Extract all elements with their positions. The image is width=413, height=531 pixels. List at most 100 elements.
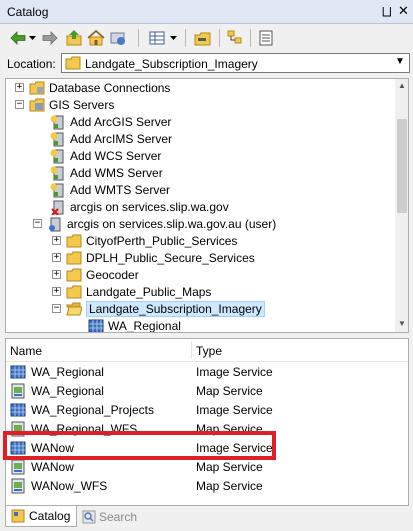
tree-item-label: Add ArcIMS Server: [70, 131, 173, 146]
tree-item-dplh[interactable]: + DPLH_Public_Secure_Services: [52, 249, 255, 266]
tree-item-label: Database Connections: [49, 80, 171, 95]
tree-item-label: Landgate_Public_Maps: [86, 284, 212, 299]
scroll-up-icon[interactable]: ▲: [398, 81, 406, 90]
location-combo[interactable]: Landgate_Subscription_Imagery ▼: [61, 53, 410, 73]
list-item[interactable]: WA_Regional_Projects Image Service: [6, 400, 408, 419]
tree-item-label: Add WCS Server: [70, 148, 162, 163]
catalog-icon: [10, 508, 26, 524]
back-dropdown-icon[interactable]: [26, 28, 38, 48]
tree-item-label: DPLH_Public_Secure_Services: [86, 250, 255, 265]
map-service-icon: [10, 383, 26, 399]
list-item[interactable]: WANow_WFS Map Service: [6, 476, 408, 495]
image-service-icon: [10, 364, 26, 380]
tree-item-cityofperth[interactable]: + CityofPerth_Public_Services: [52, 232, 237, 249]
forward-arrow-icon[interactable]: [40, 28, 60, 48]
folder-icon: [66, 233, 82, 249]
tree-item-add-arcgis-server[interactable]: Add ArcGIS Server: [50, 113, 171, 130]
tab-label: Catalog: [29, 509, 71, 523]
column-header-name[interactable]: Name: [10, 344, 42, 358]
chevron-down-icon[interactable]: ▼: [395, 56, 405, 67]
add-server-icon: [50, 148, 66, 164]
tree-scrollbar[interactable]: ▲ ▼: [395, 79, 408, 332]
tree-item-label: WA_Regional: [108, 318, 181, 333]
back-arrow-icon[interactable]: [8, 28, 28, 48]
scroll-down-icon[interactable]: ▼: [398, 319, 406, 328]
scroll-thumb[interactable]: [397, 119, 407, 213]
pin-icon[interactable]: ⨆: [382, 4, 392, 19]
views-dropdown-icon[interactable]: [167, 28, 179, 48]
tree-item-label: arcgis on services.slip.wa.gov.au (user): [67, 216, 277, 231]
tree-item-label: Add WMS Server: [70, 165, 163, 180]
list-item-name: WANow: [31, 460, 74, 474]
connect-folder-icon[interactable]: [108, 28, 128, 48]
list-item-name: WA_Regional: [31, 365, 104, 379]
server-disconnected-icon: [50, 199, 66, 215]
column-header-type[interactable]: Type: [196, 344, 222, 358]
highlight-box: [3, 431, 276, 460]
close-icon[interactable]: ✕: [398, 3, 409, 19]
folder-icon: [66, 284, 82, 300]
tree-item-label: CityofPerth_Public_Services: [86, 233, 238, 248]
add-server-icon: [50, 131, 66, 147]
image-service-icon: [10, 402, 26, 418]
options-icon[interactable]: [256, 28, 276, 48]
list-item-type: Map Service: [196, 479, 263, 493]
up-one-level-icon[interactable]: [64, 28, 84, 48]
toggle-contents-icon[interactable]: [225, 28, 245, 48]
window-title: Catalog: [7, 5, 49, 19]
tree-item-add-wmts-server[interactable]: Add WMTS Server: [50, 181, 170, 198]
tree-item-landgate-subscription-imagery[interactable]: − Landgate_Subscription_Imagery: [52, 300, 265, 317]
list-item[interactable]: WA_Regional Map Service: [6, 381, 408, 400]
expand-icon[interactable]: +: [52, 253, 61, 262]
location-label: Location:: [7, 57, 56, 71]
tree-item-database-connections[interactable]: + Database Connections: [15, 79, 170, 96]
server-connected-icon: [47, 216, 63, 232]
tree-item-arcgis-on-services-slip-user[interactable]: − arcgis on services.slip.wa.gov.au (use…: [33, 215, 276, 232]
tree-item-label: Add WMTS Server: [70, 182, 171, 197]
expand-icon[interactable]: +: [15, 83, 24, 92]
tree-item-add-wms-server[interactable]: Add WMS Server: [50, 164, 163, 181]
list-item-name: WA_Regional: [31, 384, 104, 398]
list-item-type: Map Service: [196, 460, 263, 474]
folder-icon: [66, 250, 82, 266]
tree-item-add-wcs-server[interactable]: Add WCS Server: [50, 147, 161, 164]
tree-item-wa-regional[interactable]: WA_Regional: [88, 317, 181, 333]
location-bar: Location: Landgate_Subscription_Imagery …: [0, 52, 413, 76]
add-server-icon: [50, 182, 66, 198]
column-divider[interactable]: [191, 341, 192, 359]
list-item-type: Image Service: [196, 403, 273, 417]
tab-search[interactable]: Search: [78, 506, 141, 527]
database-folder-icon: [29, 80, 45, 96]
gis-servers-icon: [29, 97, 45, 113]
tree-item-label: Add ArcGIS Server: [70, 114, 172, 129]
list-item[interactable]: WA_Regional Image Service: [6, 362, 408, 381]
views-icon[interactable]: [147, 28, 167, 48]
folder-icon: [65, 56, 81, 73]
tree-item-arcgis-on-services-slip[interactable]: arcgis on services.slip.wa.gov: [50, 198, 229, 215]
tab-label: Search: [99, 509, 138, 524]
list-header: Name Type: [6, 339, 408, 362]
folder-icon: [66, 267, 82, 283]
expand-icon[interactable]: +: [52, 287, 61, 296]
catalog-title-bar: Catalog ⨆ ✕: [0, 0, 413, 24]
list-item-name: WA_Regional_Projects: [31, 403, 154, 417]
add-server-icon: [50, 165, 66, 181]
tree-item-label: GIS Servers: [49, 97, 115, 112]
new-folder-icon[interactable]: [193, 28, 213, 48]
tab-catalog[interactable]: Catalog: [5, 506, 77, 527]
map-service-icon: [10, 478, 26, 494]
tree-item-landgate-public-maps[interactable]: + Landgate_Public_Maps: [52, 283, 211, 300]
collapse-icon[interactable]: −: [15, 100, 24, 109]
open-folder-icon: [66, 301, 82, 317]
collapse-icon[interactable]: −: [52, 304, 61, 313]
contents-list: Name Type WA_Regional Image Service WA_R…: [5, 338, 409, 506]
home-folder-icon[interactable]: [86, 28, 106, 48]
tree-item-geocoder[interactable]: + Geocoder: [52, 266, 139, 283]
expand-icon[interactable]: +: [52, 236, 61, 245]
expand-icon[interactable]: +: [52, 270, 61, 279]
collapse-icon[interactable]: −: [33, 219, 42, 228]
tree-item-label: Landgate_Subscription_Imagery: [86, 300, 265, 317]
tree-item-add-arcims-server[interactable]: Add ArcIMS Server: [50, 130, 172, 147]
tree-item-gis-servers[interactable]: − GIS Servers: [15, 96, 114, 113]
toolbar-separator: [219, 29, 220, 47]
